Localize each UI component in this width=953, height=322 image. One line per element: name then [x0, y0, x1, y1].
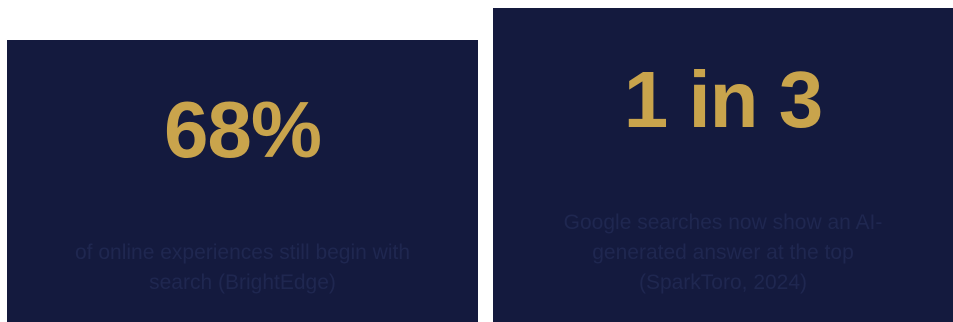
stat-card-search: 68% of online experiences still begin wi…	[7, 40, 478, 322]
stat-card-ai-answer: 1 in 3 Google searches now show an AI-ge…	[493, 8, 953, 322]
stat-caption: of online experiences still begin with s…	[74, 241, 411, 294]
stat-value: 1 in 3	[623, 55, 824, 144]
stat-caption: Google searches now show an AI-generated…	[563, 211, 883, 294]
stat-value: 68%	[163, 85, 322, 174]
